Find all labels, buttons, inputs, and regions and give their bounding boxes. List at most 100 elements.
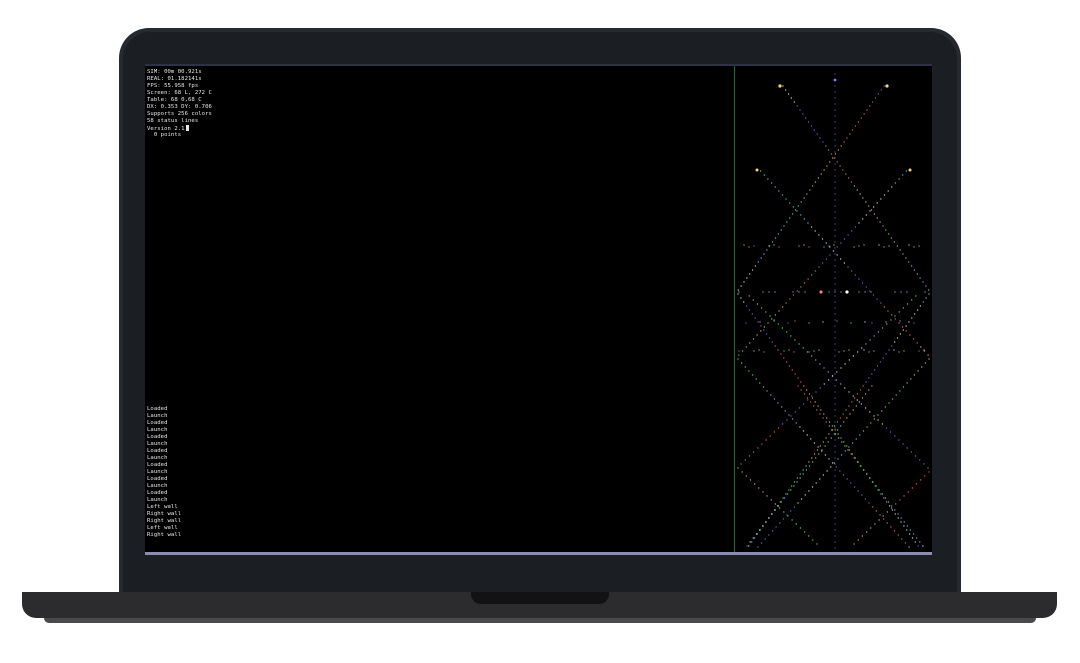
particle-dot xyxy=(863,349,865,351)
particle-dot xyxy=(913,374,916,376)
particle-dot xyxy=(862,197,864,199)
particle-dot xyxy=(770,394,772,396)
particle-dot xyxy=(793,101,795,103)
particle-dot xyxy=(751,269,754,271)
particle-dot xyxy=(799,477,801,479)
particle-dot xyxy=(762,386,765,388)
particle-dot xyxy=(898,351,900,353)
particle-dot xyxy=(778,190,780,192)
particle-dot xyxy=(873,350,875,352)
particle-dot xyxy=(834,199,836,201)
particle-dot xyxy=(834,547,836,549)
particle-dot xyxy=(767,322,769,324)
particle-dot xyxy=(811,486,814,488)
particle-dot xyxy=(830,437,832,439)
particle-dot xyxy=(780,229,782,231)
particle-dot xyxy=(803,385,805,387)
particle-dot xyxy=(834,211,836,213)
particle-dot xyxy=(886,501,888,503)
particle-dot xyxy=(834,247,836,249)
particle-dot xyxy=(813,405,815,407)
particle-dot xyxy=(834,487,836,489)
particle-dot xyxy=(870,527,872,529)
particle-dot xyxy=(928,289,930,291)
particle-dot xyxy=(905,330,907,332)
points-line: 0 points xyxy=(147,132,182,138)
terminal-pane[interactable]: SIM: 00m 00.921s REAL: 01.182141s FPS: 5… xyxy=(145,66,734,552)
particle-dot xyxy=(738,350,740,352)
particle-dot xyxy=(834,103,836,105)
particle-dot xyxy=(822,417,824,419)
particle-dot xyxy=(759,321,761,323)
log-line: Launch xyxy=(147,497,168,503)
status-line: Screen: 68 L, 272 C xyxy=(147,90,212,96)
particle-dot xyxy=(763,351,765,353)
particle-dot xyxy=(839,165,841,167)
particle-dot xyxy=(821,262,824,264)
particle-dot xyxy=(763,329,765,331)
particle-dot xyxy=(831,425,834,427)
particle-dot xyxy=(900,521,902,523)
particle-dot xyxy=(760,257,762,259)
particle-dot xyxy=(789,298,791,300)
particle-dot xyxy=(877,414,879,416)
particle-dot xyxy=(840,437,842,439)
particle-dot xyxy=(748,309,751,311)
particle-dot xyxy=(894,513,896,515)
particle-dot xyxy=(745,346,747,348)
particle-dot xyxy=(909,334,911,336)
particle-dot xyxy=(783,497,786,499)
particle-dot xyxy=(834,511,836,513)
particle-dot xyxy=(748,545,750,547)
particle-dot xyxy=(868,377,870,379)
particle-dot xyxy=(891,398,894,400)
particle-dot xyxy=(786,221,788,223)
particle-field xyxy=(737,73,930,549)
particle-dot xyxy=(834,301,836,303)
particle-dot xyxy=(913,322,915,324)
particle-dot xyxy=(861,494,863,496)
particle-dot xyxy=(859,434,861,436)
particle-dot xyxy=(802,113,804,115)
particle-dot xyxy=(825,145,827,147)
particle-dot xyxy=(853,486,856,488)
particle-dot xyxy=(843,441,845,443)
particle-dot xyxy=(749,342,751,344)
particle-dot xyxy=(834,229,836,231)
particle-dot xyxy=(813,129,815,131)
particle-dot xyxy=(847,177,850,179)
particle-dot xyxy=(834,361,836,363)
particle-dot xyxy=(879,361,882,363)
particle-dot xyxy=(928,471,930,473)
particle-dot xyxy=(745,475,747,477)
particle-dot xyxy=(862,430,865,432)
particle-dot xyxy=(737,293,739,295)
log-line: Launch xyxy=(147,483,168,489)
particle-dot xyxy=(884,406,886,408)
particle-dot xyxy=(831,429,834,431)
particle-dot xyxy=(840,383,842,385)
particle-dot xyxy=(808,393,811,395)
particle-dot xyxy=(902,386,905,388)
particle-dot xyxy=(794,339,796,341)
particle-dot xyxy=(913,269,916,271)
particle-dot xyxy=(808,461,810,463)
particle-dot xyxy=(797,502,799,504)
particle-dot xyxy=(765,521,767,523)
particle-dot xyxy=(834,505,836,507)
particle-dot xyxy=(836,161,838,163)
particle-dot xyxy=(791,418,794,420)
particle-dot xyxy=(777,505,779,507)
particle-dot xyxy=(743,244,745,246)
particle-dot xyxy=(834,115,836,117)
particle-dot xyxy=(784,410,786,412)
particle-dot xyxy=(834,289,836,291)
particle-dot xyxy=(796,210,798,212)
particle-dot xyxy=(831,462,834,464)
particle-dot xyxy=(833,157,835,159)
particle-dot xyxy=(802,403,805,405)
particle-dot xyxy=(737,467,739,469)
particle-dot xyxy=(874,97,877,99)
particle-dot xyxy=(882,515,884,517)
particle-dot xyxy=(768,534,770,536)
